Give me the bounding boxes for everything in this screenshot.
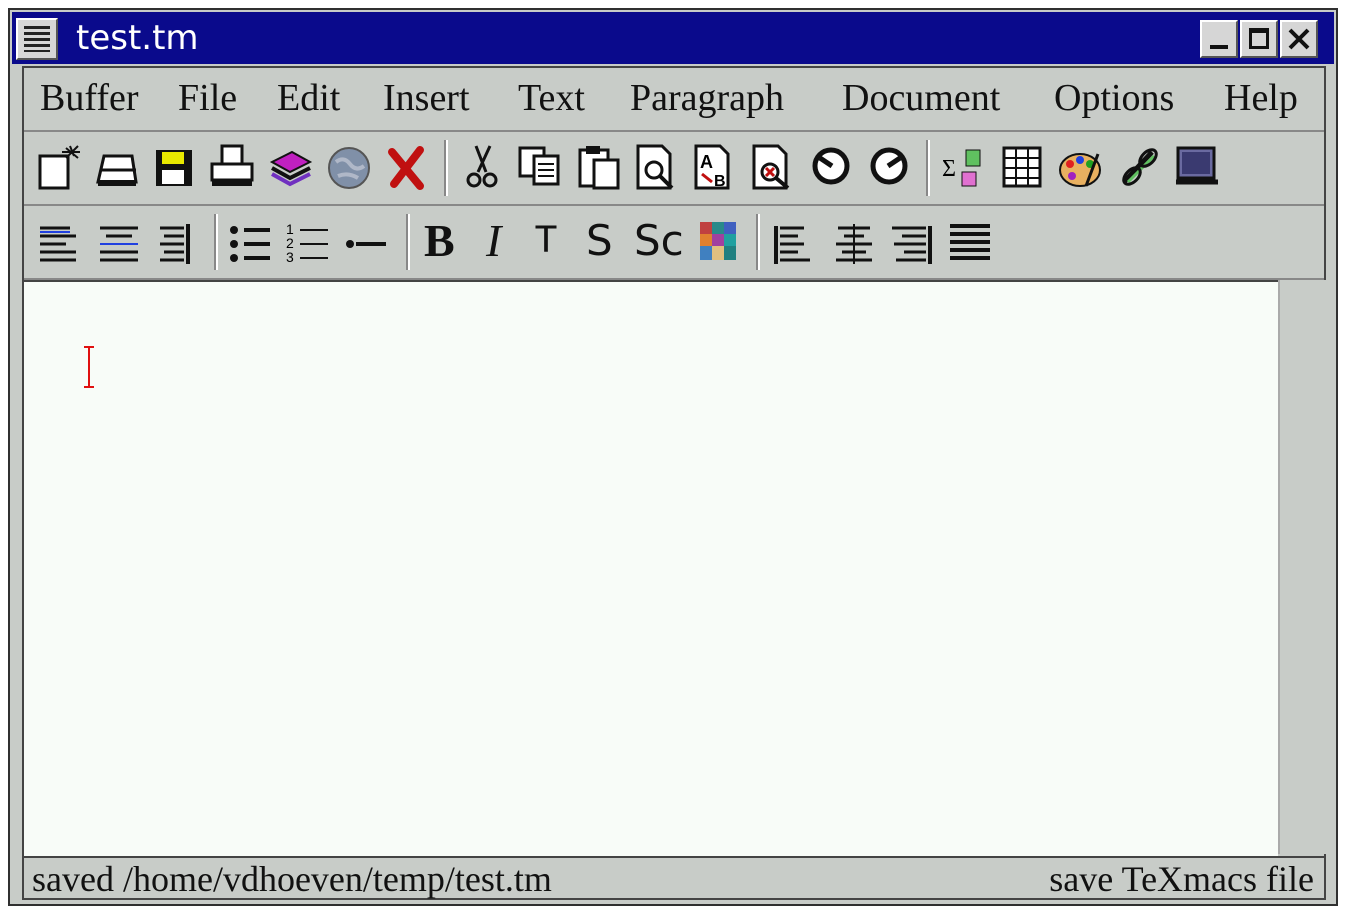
align-right-icon[interactable]	[154, 216, 204, 268]
color-icon[interactable]	[696, 216, 746, 268]
left-flush-icon[interactable]	[770, 216, 820, 268]
svg-text:Σ: Σ	[942, 156, 956, 182]
open-icon[interactable]	[92, 142, 142, 194]
texmacs-window: test.tm Buffer File Edit Insert Text Par…	[8, 8, 1338, 906]
align-left-blue-icon[interactable]	[36, 216, 86, 268]
document-editor[interactable]	[24, 280, 1278, 856]
menu-document[interactable]: Document	[842, 76, 1000, 120]
bullet-list-icon[interactable]	[226, 216, 276, 268]
menu-paragraph[interactable]: Paragraph	[630, 76, 784, 120]
sans-serif-button[interactable]: S	[586, 216, 613, 265]
menu-help[interactable]: Help	[1224, 76, 1298, 120]
window-menu-icon[interactable]	[16, 18, 58, 60]
menu-insert[interactable]: Insert	[383, 76, 470, 120]
window-title: test.tm	[76, 18, 199, 58]
paste-icon[interactable]	[574, 142, 624, 194]
close-window-button[interactable]	[1280, 20, 1318, 58]
small-caps-button[interactable]: Sc	[634, 216, 684, 265]
numbered-list-icon[interactable]: 123	[284, 216, 334, 268]
menu-buffer[interactable]: Buffer	[40, 76, 139, 120]
svg-text:3: 3	[286, 249, 294, 265]
status-bar: saved /home/vdhoeven/temp/test.tm save T…	[24, 856, 1324, 902]
application-area: Buffer File Edit Insert Text Paragraph D…	[22, 66, 1328, 902]
copy-icon[interactable]	[516, 142, 566, 194]
bold-button[interactable]: B	[424, 214, 455, 267]
replace-icon[interactable]: AB	[690, 142, 740, 194]
align-center-blue-icon[interactable]	[96, 216, 146, 268]
redo-icon[interactable]	[864, 142, 914, 194]
text-cursor	[84, 346, 94, 388]
right-flush-icon[interactable]	[888, 216, 938, 268]
minimize-button[interactable]	[1200, 20, 1238, 58]
find-icon[interactable]	[632, 142, 682, 194]
vertical-scrollbar[interactable]	[1278, 280, 1328, 854]
new-document-icon[interactable]	[36, 142, 86, 194]
cut-icon[interactable]	[458, 142, 508, 194]
undo-icon[interactable]	[806, 142, 856, 194]
palette-icon[interactable]	[1056, 142, 1106, 194]
print-icon[interactable]	[208, 142, 258, 194]
menu-options[interactable]: Options	[1054, 76, 1174, 120]
menu-file[interactable]: File	[178, 76, 237, 120]
spell-check-icon[interactable]	[748, 142, 798, 194]
close-document-icon[interactable]	[382, 142, 432, 194]
menu-text[interactable]: Text	[518, 76, 585, 120]
math-icon[interactable]: Σ	[940, 142, 990, 194]
italic-button[interactable]: I	[486, 214, 501, 267]
save-icon[interactable]	[150, 142, 200, 194]
typewriter-button[interactable]: T	[534, 220, 558, 265]
title-bar[interactable]: test.tm	[12, 12, 1334, 64]
menu-edit[interactable]: Edit	[277, 76, 340, 120]
table-icon[interactable]	[998, 142, 1048, 194]
status-hint: save TeXmacs file	[1049, 859, 1314, 899]
description-list-icon[interactable]	[342, 216, 392, 268]
link-icon[interactable]	[1114, 142, 1164, 194]
status-message: saved /home/vdhoeven/temp/test.tm	[32, 859, 552, 899]
maximize-button[interactable]	[1240, 20, 1278, 58]
books-icon[interactable]	[266, 142, 316, 194]
svg-text:B: B	[714, 173, 726, 190]
menu-bar: Buffer File Edit Insert Text Paragraph D…	[24, 68, 1324, 132]
format-toolbar: 123 B I T S Sc	[24, 206, 1324, 280]
svg-text:A: A	[700, 152, 713, 172]
centered-icon[interactable]	[830, 216, 880, 268]
session-icon[interactable]	[1172, 142, 1222, 194]
main-toolbar: AB Σ	[24, 132, 1324, 206]
justified-icon[interactable]	[946, 216, 996, 268]
globe-icon[interactable]	[324, 142, 374, 194]
